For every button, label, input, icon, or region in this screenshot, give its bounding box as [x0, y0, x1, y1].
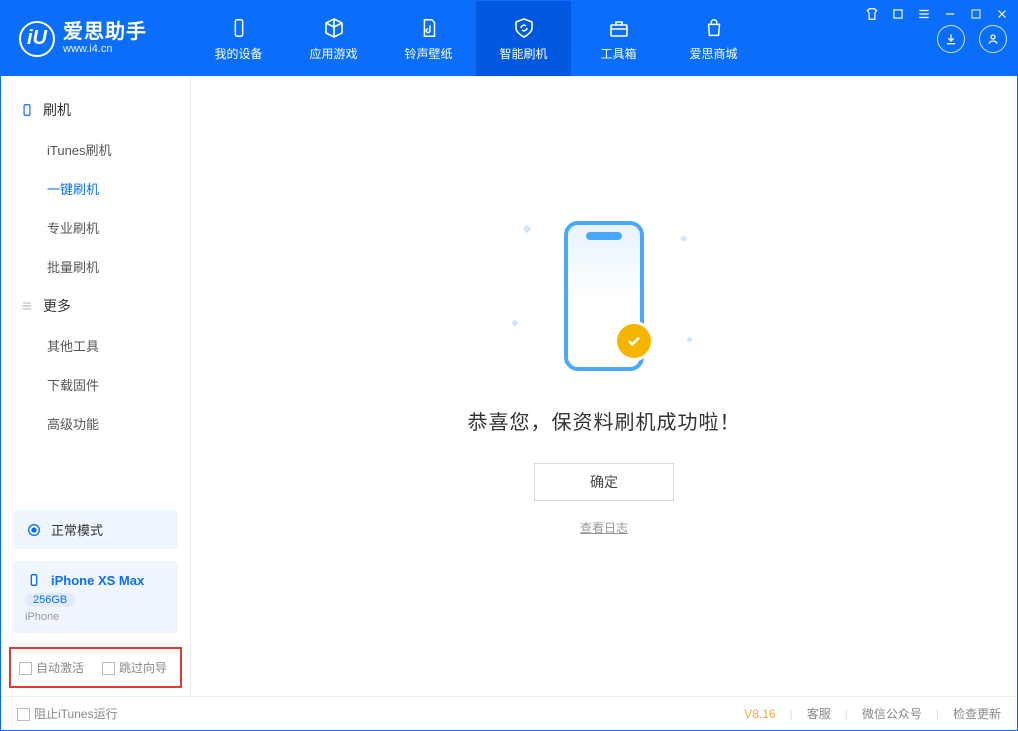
tab-label: 爱思商城 — [689, 45, 737, 62]
tab-ring-wall[interactable]: 铃声壁纸 — [381, 1, 476, 76]
device-name: iPhone XS Max — [51, 573, 144, 588]
check-update-link[interactable]: 检查更新 — [953, 705, 1001, 722]
device-panel[interactable]: iPhone XS Max 256GB iPhone — [13, 561, 178, 633]
app-window: iU 爱思助手 www.i4.cn 我的设备 应用游戏 铃声壁纸 智能刷机 — [0, 0, 1018, 731]
check-badge-icon — [614, 321, 654, 361]
view-log-link[interactable]: 查看日志 — [580, 519, 628, 536]
tab-label: 工具箱 — [600, 45, 636, 62]
mode-panel[interactable]: 正常模式 — [13, 510, 178, 549]
sidebar-item-batch[interactable]: 批量刷机 — [1, 247, 190, 286]
refresh-shield-icon — [511, 15, 537, 41]
sidebar-section-flash: 刷机 — [1, 90, 190, 130]
main-content: 恭喜您，保资料刷机成功啦！ 确定 查看日志 — [191, 76, 1017, 696]
statusbar: 阻止iTunes运行 V8.16 | 客服 | 微信公众号 | 检查更新 — [1, 696, 1017, 730]
device-icon — [226, 15, 252, 41]
section-label: 更多 — [43, 296, 71, 316]
skin-icon[interactable] — [891, 7, 905, 21]
success-illustration — [474, 206, 734, 386]
tab-apps-games[interactable]: 应用游戏 — [286, 1, 381, 76]
sidebar-item-advanced[interactable]: 高级功能 — [1, 404, 190, 443]
body: 刷机 iTunes刷机 一键刷机 专业刷机 批量刷机 更多 其他工具 下载固件 … — [1, 76, 1017, 696]
check-label: 阻止iTunes运行 — [34, 707, 118, 721]
sidebar: 刷机 iTunes刷机 一键刷机 专业刷机 批量刷机 更多 其他工具 下载固件 … — [1, 76, 191, 696]
device-type: iPhone — [25, 611, 59, 623]
download-button[interactable] — [937, 25, 965, 53]
tab-label: 应用游戏 — [309, 45, 357, 62]
wechat-link[interactable]: 微信公众号 — [862, 705, 922, 722]
sidebar-checks-highlight: 自动激活 跳过向导 — [9, 647, 182, 688]
sidebar-item-onekey[interactable]: 一键刷机 — [1, 169, 190, 208]
check-skip-guide[interactable]: 跳过向导 — [102, 659, 167, 676]
tab-label: 铃声壁纸 — [404, 45, 452, 62]
check-label: 自动激活 — [36, 661, 84, 675]
nav-tabs: 我的设备 应用游戏 铃声壁纸 智能刷机 工具箱 爱思商城 — [191, 1, 761, 76]
ok-button[interactable]: 确定 — [534, 463, 674, 501]
music-file-icon — [416, 15, 442, 41]
close-icon[interactable] — [995, 7, 1009, 21]
toolbox-icon — [606, 15, 632, 41]
cube-icon — [321, 15, 347, 41]
app-title: 爱思助手 — [63, 21, 147, 43]
sidebar-item-pro[interactable]: 专业刷机 — [1, 208, 190, 247]
mode-icon — [25, 521, 43, 539]
maximize-icon[interactable] — [969, 7, 983, 21]
device-storage: 256GB — [25, 593, 75, 607]
tab-label: 我的设备 — [214, 45, 262, 62]
sidebar-item-other-tools[interactable]: 其他工具 — [1, 326, 190, 365]
tab-toolbox[interactable]: 工具箱 — [571, 1, 666, 76]
mode-label: 正常模式 — [51, 520, 103, 539]
phone-outline-icon — [19, 102, 35, 118]
device-small-icon — [25, 571, 43, 589]
sidebar-item-download-fw[interactable]: 下载固件 — [1, 365, 190, 404]
tab-smart-flash[interactable]: 智能刷机 — [476, 1, 571, 76]
logo: iU 爱思助手 www.i4.cn — [1, 1, 191, 76]
support-link[interactable]: 客服 — [807, 705, 831, 722]
titlebar-controls — [865, 7, 1009, 21]
tab-label: 智能刷机 — [499, 45, 547, 62]
phone-icon — [564, 221, 644, 371]
version-label: V8.16 — [744, 707, 775, 721]
tshirt-icon[interactable] — [865, 7, 879, 21]
tab-store[interactable]: 爱思商城 — [666, 1, 761, 76]
header: iU 爱思助手 www.i4.cn 我的设备 应用游戏 铃声壁纸 智能刷机 — [1, 1, 1017, 76]
minimize-icon[interactable] — [943, 7, 957, 21]
sidebar-item-itunes[interactable]: iTunes刷机 — [1, 130, 190, 169]
section-label: 刷机 — [43, 100, 71, 120]
logo-icon: iU — [19, 21, 55, 57]
menu-icon[interactable] — [917, 7, 931, 21]
check-block-itunes[interactable]: 阻止iTunes运行 — [17, 705, 118, 722]
check-label: 跳过向导 — [119, 661, 167, 675]
tab-my-device[interactable]: 我的设备 — [191, 1, 286, 76]
bag-icon — [701, 15, 727, 41]
check-auto-activate[interactable]: 自动激活 — [19, 659, 84, 676]
app-subtitle: www.i4.cn — [63, 43, 147, 55]
list-icon — [19, 298, 35, 314]
account-button[interactable] — [979, 25, 1007, 53]
sidebar-section-more: 更多 — [1, 286, 190, 326]
success-message: 恭喜您，保资料刷机成功啦！ — [468, 406, 741, 435]
